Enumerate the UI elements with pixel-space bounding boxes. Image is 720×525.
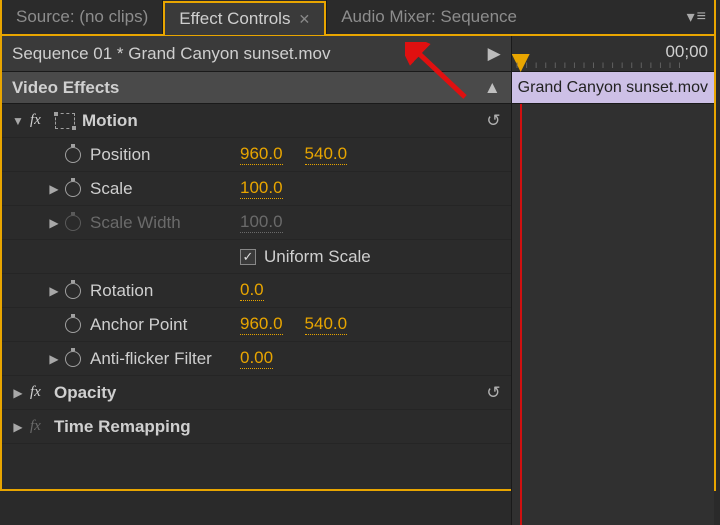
video-effects-header[interactable]: Video Effects ▲ [2, 72, 511, 104]
twisty-down-icon[interactable]: ▼ [10, 114, 26, 128]
fx-badge-icon[interactable]: fx [30, 418, 50, 435]
stopwatch-icon[interactable] [62, 350, 84, 368]
clip-name: Grand Canyon sunset.mov [518, 79, 708, 97]
uniform-scale-row: ▶ ✓ Uniform Scale [2, 240, 511, 274]
spacer [62, 248, 84, 266]
uniform-scale-label: Uniform Scale [264, 247, 371, 267]
effect-controls-panel: Source: (no clips) Effect Controls ✕ Aud… [0, 0, 716, 491]
reset-icon[interactable]: ↺ [486, 111, 500, 131]
rotation-label: Rotation [90, 281, 240, 301]
twisty-right-icon[interactable]: ▶ [10, 386, 26, 400]
anti-flicker-row: ▶ Anti-flicker Filter 0.00 [2, 342, 511, 376]
close-icon[interactable]: ✕ [298, 11, 310, 28]
video-effects-title: Video Effects [12, 78, 119, 98]
anchor-y-value[interactable]: 540.0 [305, 314, 348, 335]
stopwatch-icon[interactable] [62, 146, 84, 164]
anchor-point-row: ▶ Anchor Point 960.0 540.0 [2, 308, 511, 342]
stopwatch-icon[interactable] [62, 316, 84, 334]
twisty-right-icon[interactable]: ▶ [10, 420, 26, 434]
fx-badge-icon[interactable]: fx [30, 384, 50, 401]
time-remapping-row[interactable]: ▶ fx Time Remapping [2, 410, 511, 444]
scale-label: Scale [90, 179, 240, 199]
sequence-path: Sequence 01 * Grand Canyon sunset.mov [12, 44, 330, 64]
motion-select-icon[interactable] [54, 112, 76, 130]
reset-icon[interactable]: ↺ [486, 383, 500, 403]
playhead-line[interactable] [520, 104, 522, 525]
scale-width-label: Scale Width [90, 213, 240, 233]
rotation-value[interactable]: 0.0 [240, 280, 264, 301]
position-x-value[interactable]: 960.0 [240, 144, 283, 165]
opacity-effect-row[interactable]: ▶ fx Opacity ↺ [2, 376, 511, 410]
twisty-right-icon[interactable]: ▶ [46, 284, 62, 298]
anti-flicker-value[interactable]: 0.00 [240, 348, 273, 369]
stopwatch-icon[interactable] [62, 282, 84, 300]
position-label: Position [90, 145, 240, 165]
timeline-column[interactable]: 00;00 ı ı ı ı ı ı ı ı ı ı ı ı ı ı ı ı ı … [511, 36, 714, 525]
tab-source[interactable]: Source: (no clips) [2, 0, 162, 34]
motion-effect-row[interactable]: ▼ fx Motion ↺ [2, 104, 511, 138]
clip-bar[interactable]: Grand Canyon sunset.mov [512, 72, 714, 104]
twisty-right-icon[interactable]: ▶ [46, 182, 62, 196]
sequence-header: Sequence 01 * Grand Canyon sunset.mov ▶ [2, 36, 511, 72]
go-to-clip-icon[interactable]: ▶ [488, 44, 501, 64]
time-ruler[interactable]: ı ı ı ı ı ı ı ı ı ı ı ı ı ı ı ı ı ı [516, 60, 683, 71]
panel-flyout-menu[interactable]: ▾ ≡ [679, 7, 714, 27]
twisty-right-icon[interactable]: ▶ [46, 352, 62, 366]
fx-badge-icon[interactable]: fx [30, 112, 50, 129]
parameters-column: Sequence 01 * Grand Canyon sunset.mov ▶ … [2, 36, 511, 525]
scale-row: ▶ Scale 100.0 [2, 172, 511, 206]
tab-effect-controls[interactable]: Effect Controls ✕ [163, 1, 326, 35]
panel-body: Sequence 01 * Grand Canyon sunset.mov ▶ … [2, 36, 714, 525]
anchor-point-label: Anchor Point [90, 315, 240, 335]
uniform-scale-checkbox[interactable]: ✓ [240, 249, 256, 265]
twisty-right-icon[interactable]: ▶ [46, 216, 62, 230]
timecode: 00;00 [665, 42, 708, 62]
motion-label: Motion [82, 111, 232, 131]
tab-audio-mixer[interactable]: Audio Mixer: Sequence [327, 0, 531, 34]
opacity-label: Opacity [54, 383, 204, 403]
flyout-menu-icon: ≡ [697, 8, 706, 26]
tab-audio-mixer-label: Audio Mixer: Sequence [341, 7, 517, 27]
tab-source-label: Source: (no clips) [16, 7, 148, 27]
scale-width-row: ▶ Scale Width 100.0 [2, 206, 511, 240]
scale-value[interactable]: 100.0 [240, 178, 283, 199]
position-y-value[interactable]: 540.0 [305, 144, 348, 165]
time-remapping-label: Time Remapping [54, 417, 204, 437]
scale-width-value: 100.0 [240, 212, 283, 233]
position-row: ▶ Position 960.0 540.0 [2, 138, 511, 172]
rotation-row: ▶ Rotation 0.0 [2, 274, 511, 308]
collapse-icon[interactable]: ▲ [484, 78, 501, 98]
flyout-arrow-icon: ▾ [687, 7, 695, 27]
anti-flicker-label: Anti-flicker Filter [90, 349, 240, 369]
anchor-x-value[interactable]: 960.0 [240, 314, 283, 335]
stopwatch-icon[interactable] [62, 180, 84, 198]
stopwatch-icon [62, 214, 84, 232]
panel-tabs: Source: (no clips) Effect Controls ✕ Aud… [2, 0, 714, 36]
tab-effect-controls-label: Effect Controls [179, 9, 290, 29]
